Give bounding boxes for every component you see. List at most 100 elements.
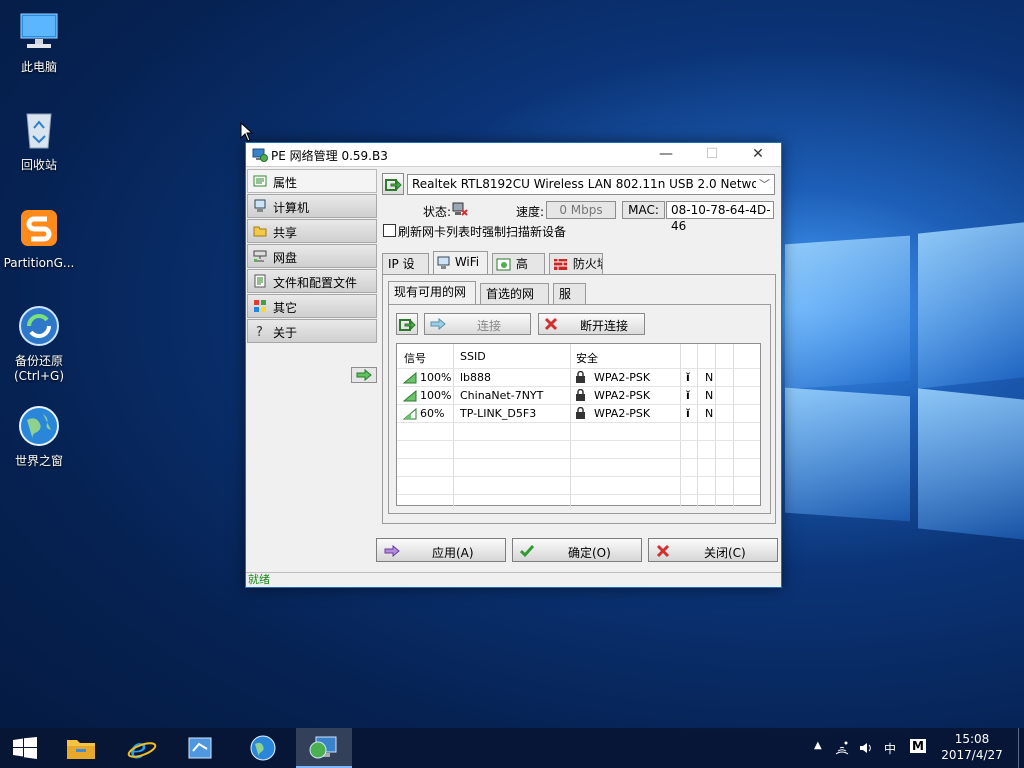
tab-wifi[interactable]: WiFi [433,251,488,275]
connect-button[interactable]: 连接 [424,313,531,335]
refresh-arrow-icon [385,179,402,191]
network-disconnected-icon [452,201,468,220]
sidebar-item-label: 共享 [273,226,298,240]
network-row[interactable]: 60% TP-LINK_D5F3 WPA2-PSK ǐ N [397,405,759,423]
windows-logo-icon [13,737,37,759]
network-app-icon [309,736,337,759]
taskbar-clock[interactable]: 15:08 2017/4/27 [936,731,1008,763]
start-button[interactable] [0,728,56,768]
speed-value-field: 0 Mbps [546,201,616,219]
desktop-icon-world-window[interactable]: 世界之窗 [1,404,77,469]
wifi-refresh-button[interactable] [396,313,418,335]
lock-icon [575,370,586,387]
sidebar-item-computer[interactable]: 计算机 [247,194,377,218]
info-icon: ǐ [686,407,690,420]
tab-firewall[interactable]: 防火墙 [549,253,603,275]
speed-value: 0 Mbps [559,203,603,217]
ssid-value: lb888 [460,371,492,384]
status-bar: 就绪 [246,572,781,587]
signal-value: 100% [420,371,452,384]
close-window-button[interactable]: ✕ [735,143,781,167]
ok-button-label: 确定(O) [568,546,611,560]
info-icon: ǐ [686,389,690,402]
info-icon: ǐ [686,371,690,384]
ssid-value: TP-LINK_D5F3 [460,407,537,420]
sidebar-item-label: 文件和配置文件 [273,276,358,290]
apply-button[interactable]: 应用(A) [376,538,506,562]
status-text: 就绪 [248,573,270,586]
subtab-services[interactable]: 服务 [553,283,586,321]
wifi-signal-icon[interactable] [834,740,850,759]
sidebar-item-files-config[interactable]: 文件和配置文件 [247,269,377,293]
window-title: PE 网络管理 0.59.B3 [271,149,388,163]
sidebar-item-about[interactable]: ? 关于 [247,319,377,343]
network-row[interactable]: 100% ChinaNet-7NYT WPA2-PSK ǐ N [397,387,759,405]
signal-value: 60% [420,407,445,420]
taskbar-pe-network-manager[interactable] [296,728,352,768]
security-value: WPA2-PSK [594,407,651,420]
network-app-icon [252,147,268,163]
collapse-sidebar-button[interactable] [351,367,377,383]
sidebar-item-other[interactable]: 其它 [247,294,377,318]
desktop-icon-recycle-bin[interactable]: 回收站 [1,108,77,173]
subtab-available-networks[interactable]: 现有可用的网络 [388,281,476,319]
other-grid-icon [253,299,267,313]
wallpaper-pane [785,387,910,522]
chevron-down-icon: ﹀ [756,175,770,194]
adapter-select[interactable]: Realtek RTL8192CU Wireless LAN 802.11n U… [407,174,775,195]
taskbar-file-explorer[interactable] [54,728,110,768]
taskbar-world-browser[interactable] [236,728,292,768]
show-desktop-button[interactable] [1018,728,1024,768]
partitionguru-icon [17,206,61,250]
ime-mode-indicator[interactable]: M [910,739,926,753]
column-header-ssid[interactable]: SSID [460,350,486,363]
globe-browser-icon [250,735,276,761]
ime-language-indicator[interactable]: 中 [884,740,896,757]
column-header-security[interactable]: 安全 [576,350,598,366]
signal-value: 100% [420,389,452,402]
desktop-icon-partitionguru[interactable]: PartitionG... [1,206,77,271]
maximize-button[interactable]: ☐ [689,143,735,167]
taskbar-internet-explorer[interactable]: e [114,728,170,768]
tab-ip-settings[interactable]: IP 设置 [382,253,429,291]
help-icon: ? [253,324,267,340]
ok-button[interactable]: 确定(O) [512,538,642,562]
wifi-tab-panel: 现有可用的网络 首选的网络 服务 连接 断开连接 信号 SSID 安 [382,274,776,524]
tab-advanced[interactable]: 高级 [492,253,545,291]
desktop-icon-label: 回收站 [20,158,57,172]
sidebar-item-properties[interactable]: 属性 [247,169,377,193]
refresh-scan-label[interactable]: 刷新网卡列表时强制扫描新设备 [398,223,566,240]
row-divider [397,458,760,459]
title-bar[interactable]: PE 网络管理 0.59.B3 — ☐ ✕ [246,143,781,167]
taskbar-app-editor[interactable] [174,728,230,768]
show-hidden-icons-chevron-icon[interactable]: ▲ [814,740,822,751]
desktop-icon-this-pc[interactable]: 此电脑 [1,10,77,75]
sidebar-item-share[interactable]: 共享 [247,219,377,243]
sidebar: 属性 计算机 共享 网盘 文件和配置文件 其它 ? 关于 [247,169,377,579]
sidebar-item-label: 关于 [273,326,298,340]
adapter-refresh-button[interactable] [382,173,404,195]
advanced-settings-icon [496,258,512,272]
network-flag: N [705,389,714,402]
internet-explorer-icon: e [127,734,157,762]
minimize-button[interactable]: — [643,143,689,167]
volume-icon[interactable] [858,740,874,759]
desktop-icon-backup-restore[interactable]: 备份还原 (Ctrl+G) [1,304,77,384]
available-networks-panel: 连接 断开连接 信号 SSID 安全 100% lb888 WPA2-PSK ǐ… [388,304,771,514]
refresh-arrow-icon [399,319,416,331]
disconnect-button[interactable]: 断开连接 [538,313,645,335]
file-config-icon [253,274,267,288]
sidebar-item-network-drive[interactable]: 网盘 [247,244,377,268]
network-row[interactable]: 100% lb888 WPA2-PSK ǐ N [397,369,759,387]
close-button[interactable]: 关闭(C) [648,538,778,562]
refresh-scan-checkbox[interactable] [383,224,396,237]
taskbar: e ▲ 中 M 15:08 2017/4/27 [0,728,1024,768]
row-divider [397,494,760,495]
column-header-signal[interactable]: 信号 [404,350,426,366]
wallpaper-pane [785,235,910,390]
sidebar-item-label: 网盘 [273,251,298,265]
clock-date: 2017/4/27 [941,748,1003,762]
subtab-preferred-networks[interactable]: 首选的网络 [480,283,549,321]
network-list[interactable]: 信号 SSID 安全 100% lb888 WPA2-PSK ǐ N 100% … [396,343,761,507]
close-button-label: 关闭(C) [704,546,746,560]
